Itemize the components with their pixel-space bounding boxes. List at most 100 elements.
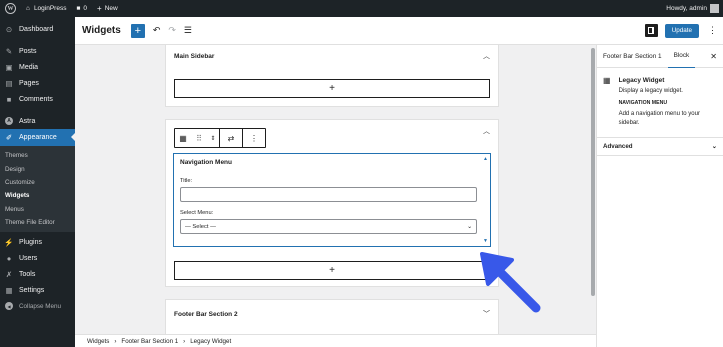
new-content-link[interactable]: + New [92, 0, 123, 17]
comment-icon: ■ [6, 94, 12, 104]
annotation-arrow-icon [480, 252, 541, 313]
new-label: New [104, 5, 118, 12]
sidebar-item-appearance[interactable]: ✐ Appearance [0, 129, 75, 146]
pages-icon: ▤ [5, 78, 13, 88]
chevron-up-icon[interactable]: ︿ [483, 51, 490, 61]
settings-sidebar: Footer Bar Section 1 Block ✕ ▦ Legacy Wi… [596, 45, 723, 347]
tab-widget-area[interactable]: Footer Bar Section 1 [597, 45, 668, 68]
sidebar-item-label: Settings [19, 286, 45, 294]
settings-tabs: Footer Bar Section 1 Block ✕ [597, 45, 723, 68]
sidebar-item-label: Appearance [19, 134, 57, 141]
transform-button[interactable]: ⇄ [220, 129, 242, 147]
media-icon: ▣ [5, 62, 13, 72]
scroll-up-icon[interactable]: ▲ [483, 156, 488, 162]
pin-icon: ✎ [5, 46, 13, 56]
home-icon: ⌂ [26, 5, 30, 12]
chevron-right-icon: › [183, 337, 186, 345]
select-menu-label: Select Menu: [180, 210, 214, 216]
comment-icon: ■ [76, 5, 81, 12]
block-options-button[interactable]: ⋮ [243, 129, 265, 147]
brush-icon: ✐ [5, 133, 13, 142]
scrollbar-thumb[interactable] [591, 48, 595, 296]
tab-block[interactable]: Block [667, 45, 696, 68]
chevron-up-down-icon: ⇕ [210, 135, 216, 142]
advanced-panel-toggle[interactable]: Advanced ⌄ [597, 138, 723, 156]
sidebar-item-posts[interactable]: ✎ Posts [0, 43, 75, 59]
sidebar-item-media[interactable]: ▣ Media [0, 59, 75, 75]
title-input[interactable] [180, 187, 477, 202]
options-menu-button[interactable]: ⋮ [708, 25, 717, 36]
sidebar-item-plugins[interactable]: ⚡ Plugins [0, 234, 75, 250]
redo-button[interactable]: ↷ [168, 25, 176, 36]
sidebar-item-users[interactable]: ● Users [0, 250, 75, 266]
collapse-menu-button[interactable]: ◀ Collapse Menu [0, 298, 75, 314]
account-menu[interactable]: Howdy, admin [661, 0, 723, 17]
sidebar-item-astra[interactable]: A Astra [0, 113, 75, 129]
settings-toggle-button[interactable] [644, 24, 658, 37]
comments-link[interactable]: ■ 0 [71, 0, 92, 17]
breadcrumb-item[interactable]: Widgets [87, 338, 109, 345]
submenu-item-theme-file-editor[interactable]: Theme File Editor [0, 216, 75, 229]
sidebar-item-label: Pages [19, 79, 39, 87]
site-name-link[interactable]: ⌂ LoginPress [21, 0, 71, 17]
widget-area-footer-section-2: Footer Bar Section 2 ﹀ [165, 299, 499, 334]
block-type-button[interactable]: ▦ [175, 129, 191, 147]
user-icon: ● [6, 253, 12, 263]
page-title: Widgets [82, 25, 121, 36]
legacy-widget-title: Navigation Menu [180, 159, 233, 166]
plus-icon: + [329, 83, 335, 94]
sidebar-icon [648, 27, 655, 34]
widget-area-header[interactable]: Main Sidebar ︿ [166, 45, 498, 67]
submenu-item-menus[interactable]: Menus [0, 203, 75, 216]
greeting: Howdy, admin [666, 5, 707, 12]
breadcrumb-item: Legacy Widget [190, 337, 232, 345]
add-block-button[interactable]: + [174, 79, 490, 98]
breadcrumb-item[interactable]: Footer Bar Section 1 [121, 338, 178, 345]
sidebar-item-comments[interactable]: ■ Comments [0, 91, 75, 107]
redo-icon: ↷ [168, 25, 176, 35]
sidebar-item-label: Users [19, 254, 38, 262]
submenu-item-themes[interactable]: Themes [0, 149, 75, 162]
update-button[interactable]: Update [664, 23, 699, 38]
submenu-item-design[interactable]: Design [0, 162, 75, 175]
chevron-down-icon: ⌄ [467, 223, 472, 230]
submenu-item-widgets[interactable]: Widgets [0, 189, 75, 202]
sidebar-item-settings[interactable]: ▦ Settings [0, 282, 75, 298]
legacy-widget-form: Navigation Menu Title: Select Menu: — Se… [173, 153, 491, 247]
close-icon[interactable]: ✕ [710, 52, 717, 61]
plus-icon: + [134, 24, 142, 37]
block-description: Display a legacy widget. [618, 88, 683, 94]
wrench-icon: ✗ [5, 269, 13, 279]
wp-logo-menu[interactable]: W [0, 0, 21, 17]
submenu-item-customize[interactable]: Customize [0, 176, 75, 189]
sidebar-item-pages[interactable]: ▤ Pages [0, 75, 75, 91]
widget-area-footer-section-1: ︿ ▦ ⠿ ⇕ ⇄ ⋮ Navigation Menu Title: Selec… [165, 119, 499, 287]
comments-count: 0 [83, 5, 88, 12]
advanced-label: Advanced [603, 143, 633, 150]
astra-icon: A [4, 117, 14, 125]
list-view-button[interactable]: ☰ [184, 25, 192, 36]
block-name: Legacy Widget [618, 77, 665, 84]
sidebar-item-tools[interactable]: ✗ Tools [0, 266, 75, 282]
sidebar-item-label: Posts [19, 47, 37, 55]
plus-icon: + [329, 265, 335, 276]
drag-icon: ⠿ [196, 133, 202, 143]
widget-type: NAVIGATION MENU [618, 100, 668, 106]
site-name: LoginPress [33, 5, 67, 12]
undo-button[interactable]: ↶ [153, 25, 161, 36]
select-menu-dropdown[interactable]: — Select — ⌄ [180, 219, 477, 234]
add-block-button[interactable]: + [174, 261, 490, 280]
settings-icon: ▦ [5, 285, 13, 295]
block-inserter-button[interactable]: + [130, 23, 145, 38]
drag-handle[interactable]: ⠿ [191, 129, 207, 147]
avatar [710, 4, 719, 13]
move-buttons[interactable]: ⇕ [207, 129, 219, 147]
chevron-up-icon[interactable]: ︿ [483, 126, 490, 136]
kebab-icon: ⋮ [250, 133, 258, 143]
widget-area-title: Main Sidebar [174, 52, 215, 60]
widget-area-header[interactable]: Footer Bar Section 2 ﹀ [166, 300, 498, 328]
undo-icon: ↶ [152, 25, 161, 35]
scroll-down-icon[interactable]: ▼ [483, 238, 488, 244]
plugin-icon: ⚡ [4, 237, 14, 247]
sidebar-item-dashboard[interactable]: ⊙ Dashboard [0, 21, 75, 37]
